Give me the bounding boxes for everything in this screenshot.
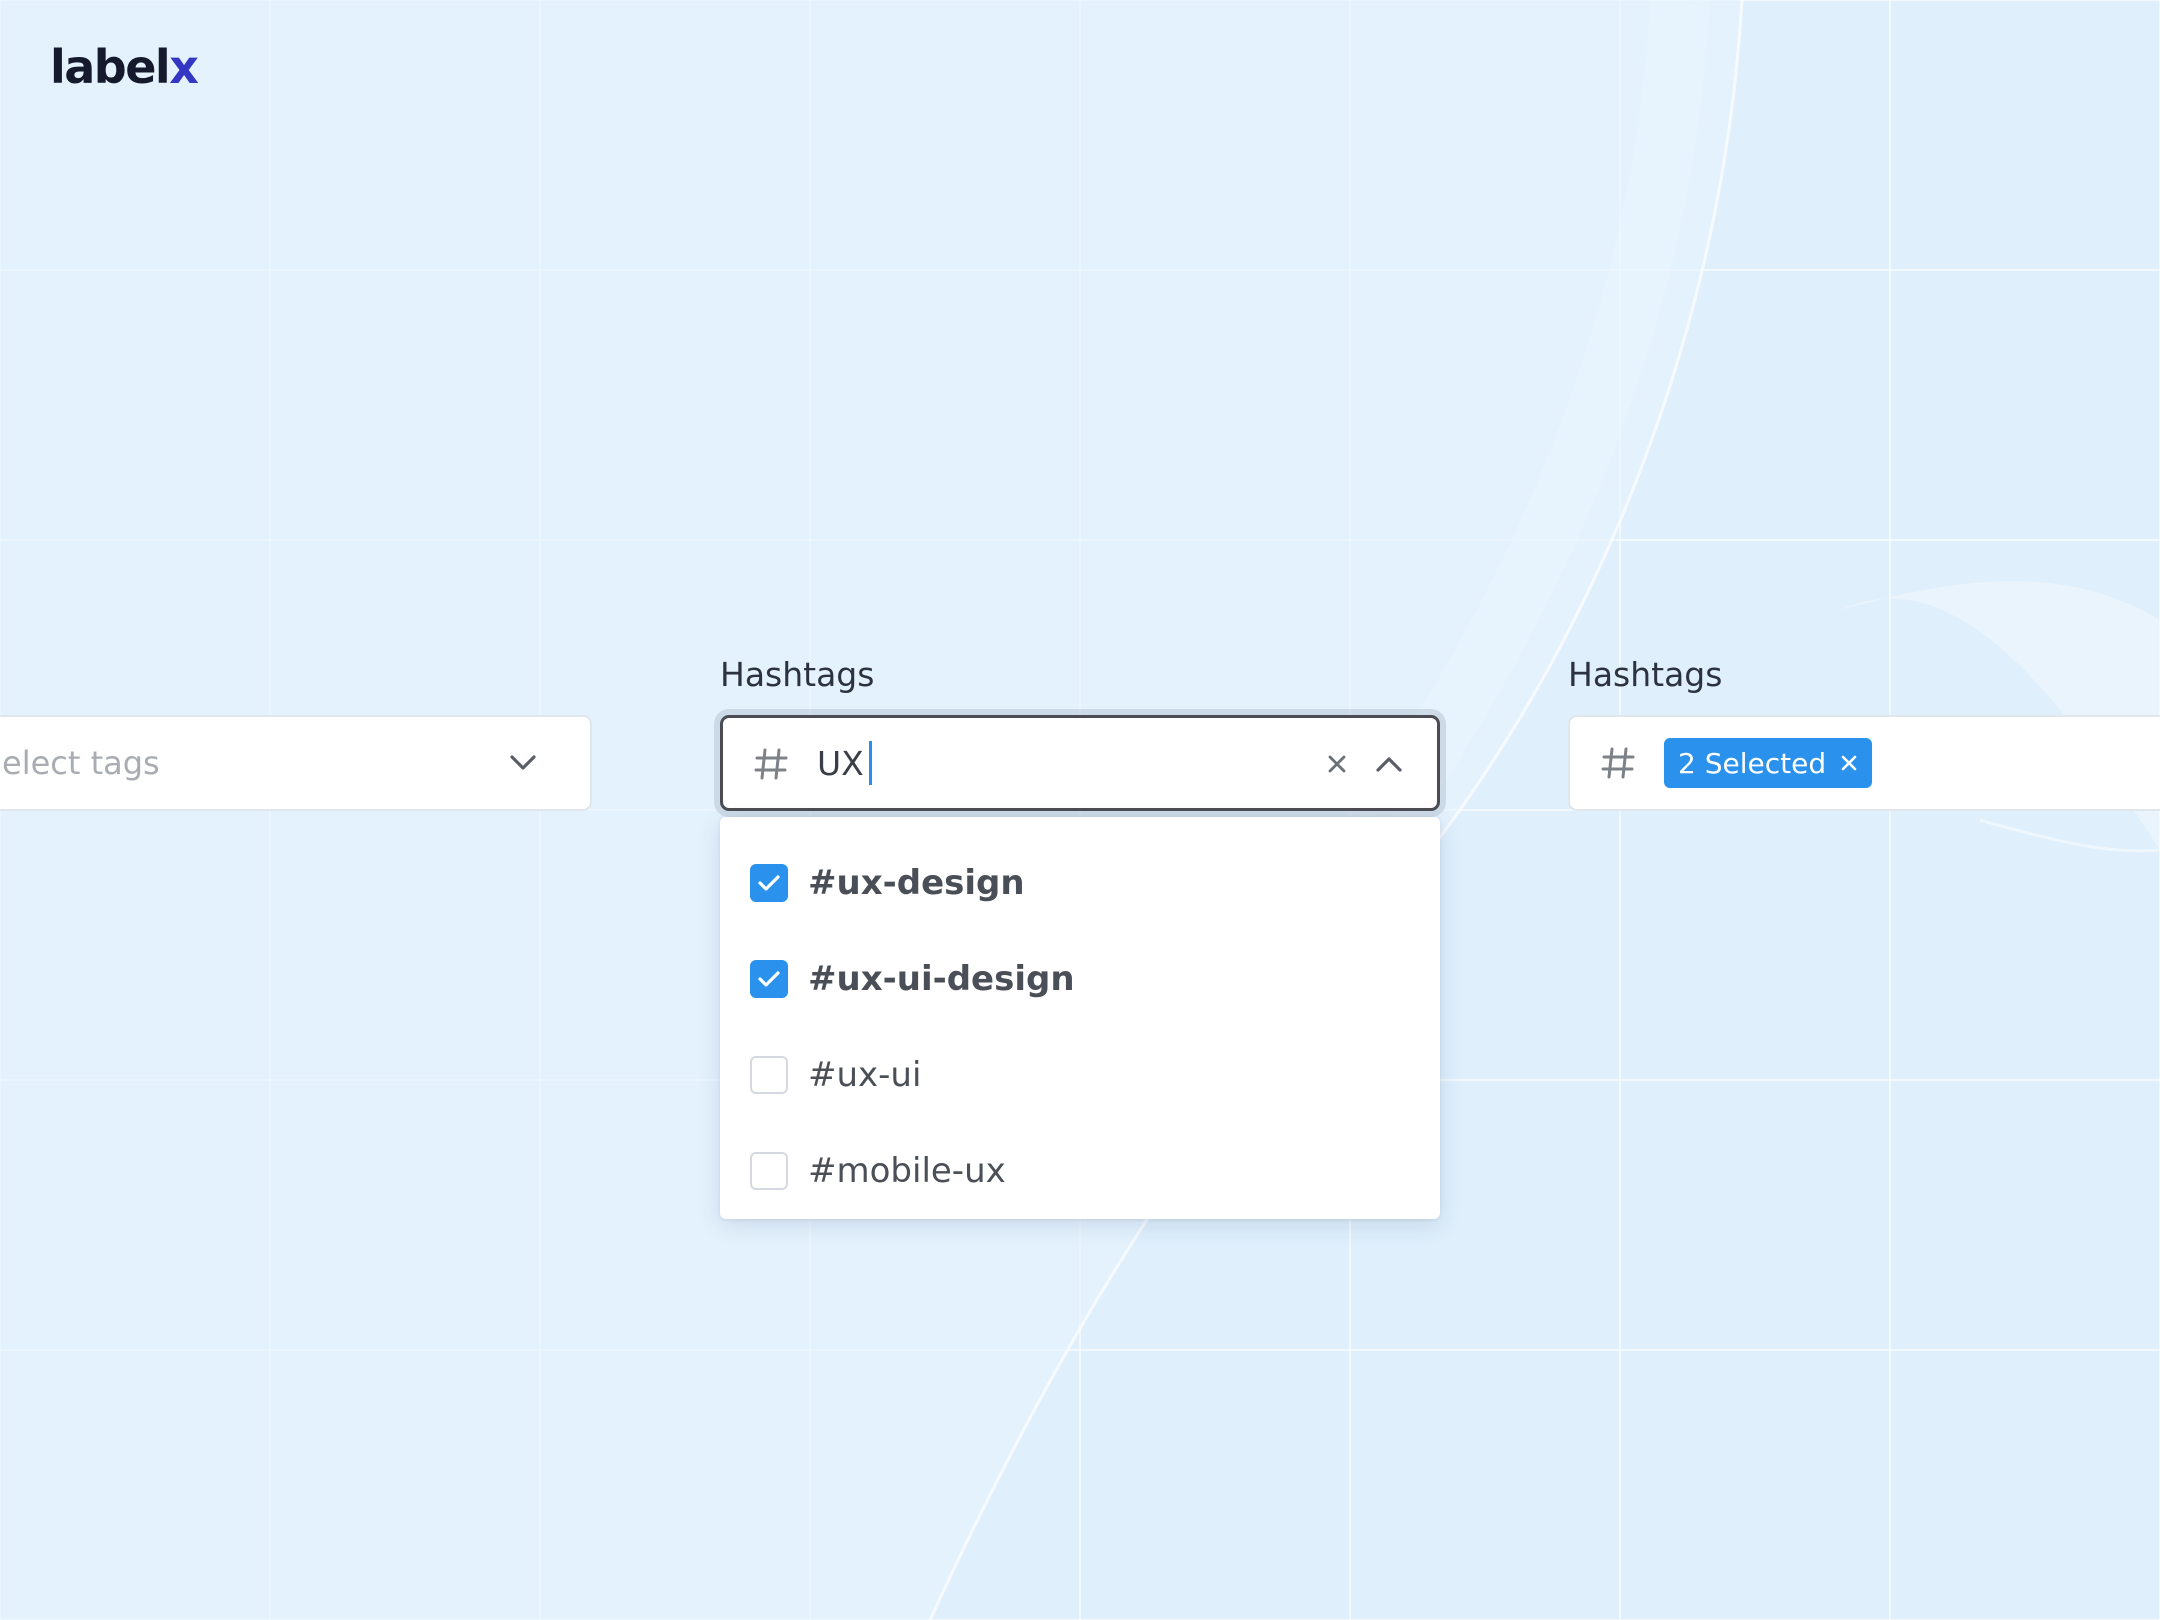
option-label: #ux-design: [808, 863, 1025, 903]
checkbox-unchecked[interactable]: [750, 1152, 788, 1190]
checkbox-checked[interactable]: [750, 960, 788, 998]
hashtags-field-active: Hashtags UX: [720, 655, 1440, 811]
hash-icon: [1598, 743, 1638, 783]
check-icon: [758, 875, 780, 891]
option-ux-ui-design[interactable]: #ux-ui-design: [720, 931, 1440, 1027]
left-select-box[interactable]: elect tags: [0, 715, 592, 811]
brand-logo: labelx: [50, 40, 199, 94]
option-mobile-ux[interactable]: #mobile-ux: [720, 1123, 1440, 1219]
selected-count-chip[interactable]: 2 Selected: [1664, 738, 1873, 788]
chevron-down-icon[interactable]: [506, 746, 540, 780]
option-label: #mobile-ux: [808, 1151, 1006, 1191]
hashtags-search-input[interactable]: UX: [720, 715, 1440, 811]
chip-label: 2 Selected: [1678, 746, 1827, 780]
hashtags-label: Hashtags: [720, 655, 875, 694]
option-ux-design[interactable]: #ux-design: [720, 835, 1440, 931]
option-ux-ui[interactable]: #ux-ui: [720, 1027, 1440, 1123]
search-value: UX: [817, 743, 864, 783]
left-select-placeholder: elect tags: [2, 744, 160, 782]
close-icon[interactable]: [1321, 748, 1353, 780]
checkbox-unchecked[interactable]: [750, 1056, 788, 1094]
logo-accent: x: [169, 40, 199, 94]
option-label: #ux-ui: [808, 1055, 922, 1095]
text-caret: [868, 741, 872, 785]
logo-text: label: [50, 40, 171, 94]
chevron-up-icon[interactable]: [1371, 746, 1407, 782]
option-label: #ux-ui-design: [808, 959, 1075, 999]
hashtags-selected-input[interactable]: 2 Selected: [1568, 715, 2160, 811]
hashtags-label: Hashtags: [1568, 655, 1723, 694]
left-tag-select[interactable]: elect tags: [0, 715, 592, 811]
hashtags-dropdown: #ux-design #ux-ui-design #ux-ui #mobile-…: [720, 817, 1440, 1219]
hashtags-field-selected: Hashtags 2 Selected: [1568, 655, 2160, 811]
checkbox-checked[interactable]: [750, 864, 788, 902]
check-icon: [758, 971, 780, 987]
hash-icon: [751, 744, 791, 784]
search-text[interactable]: UX: [817, 738, 872, 788]
close-icon[interactable]: [1840, 754, 1858, 772]
